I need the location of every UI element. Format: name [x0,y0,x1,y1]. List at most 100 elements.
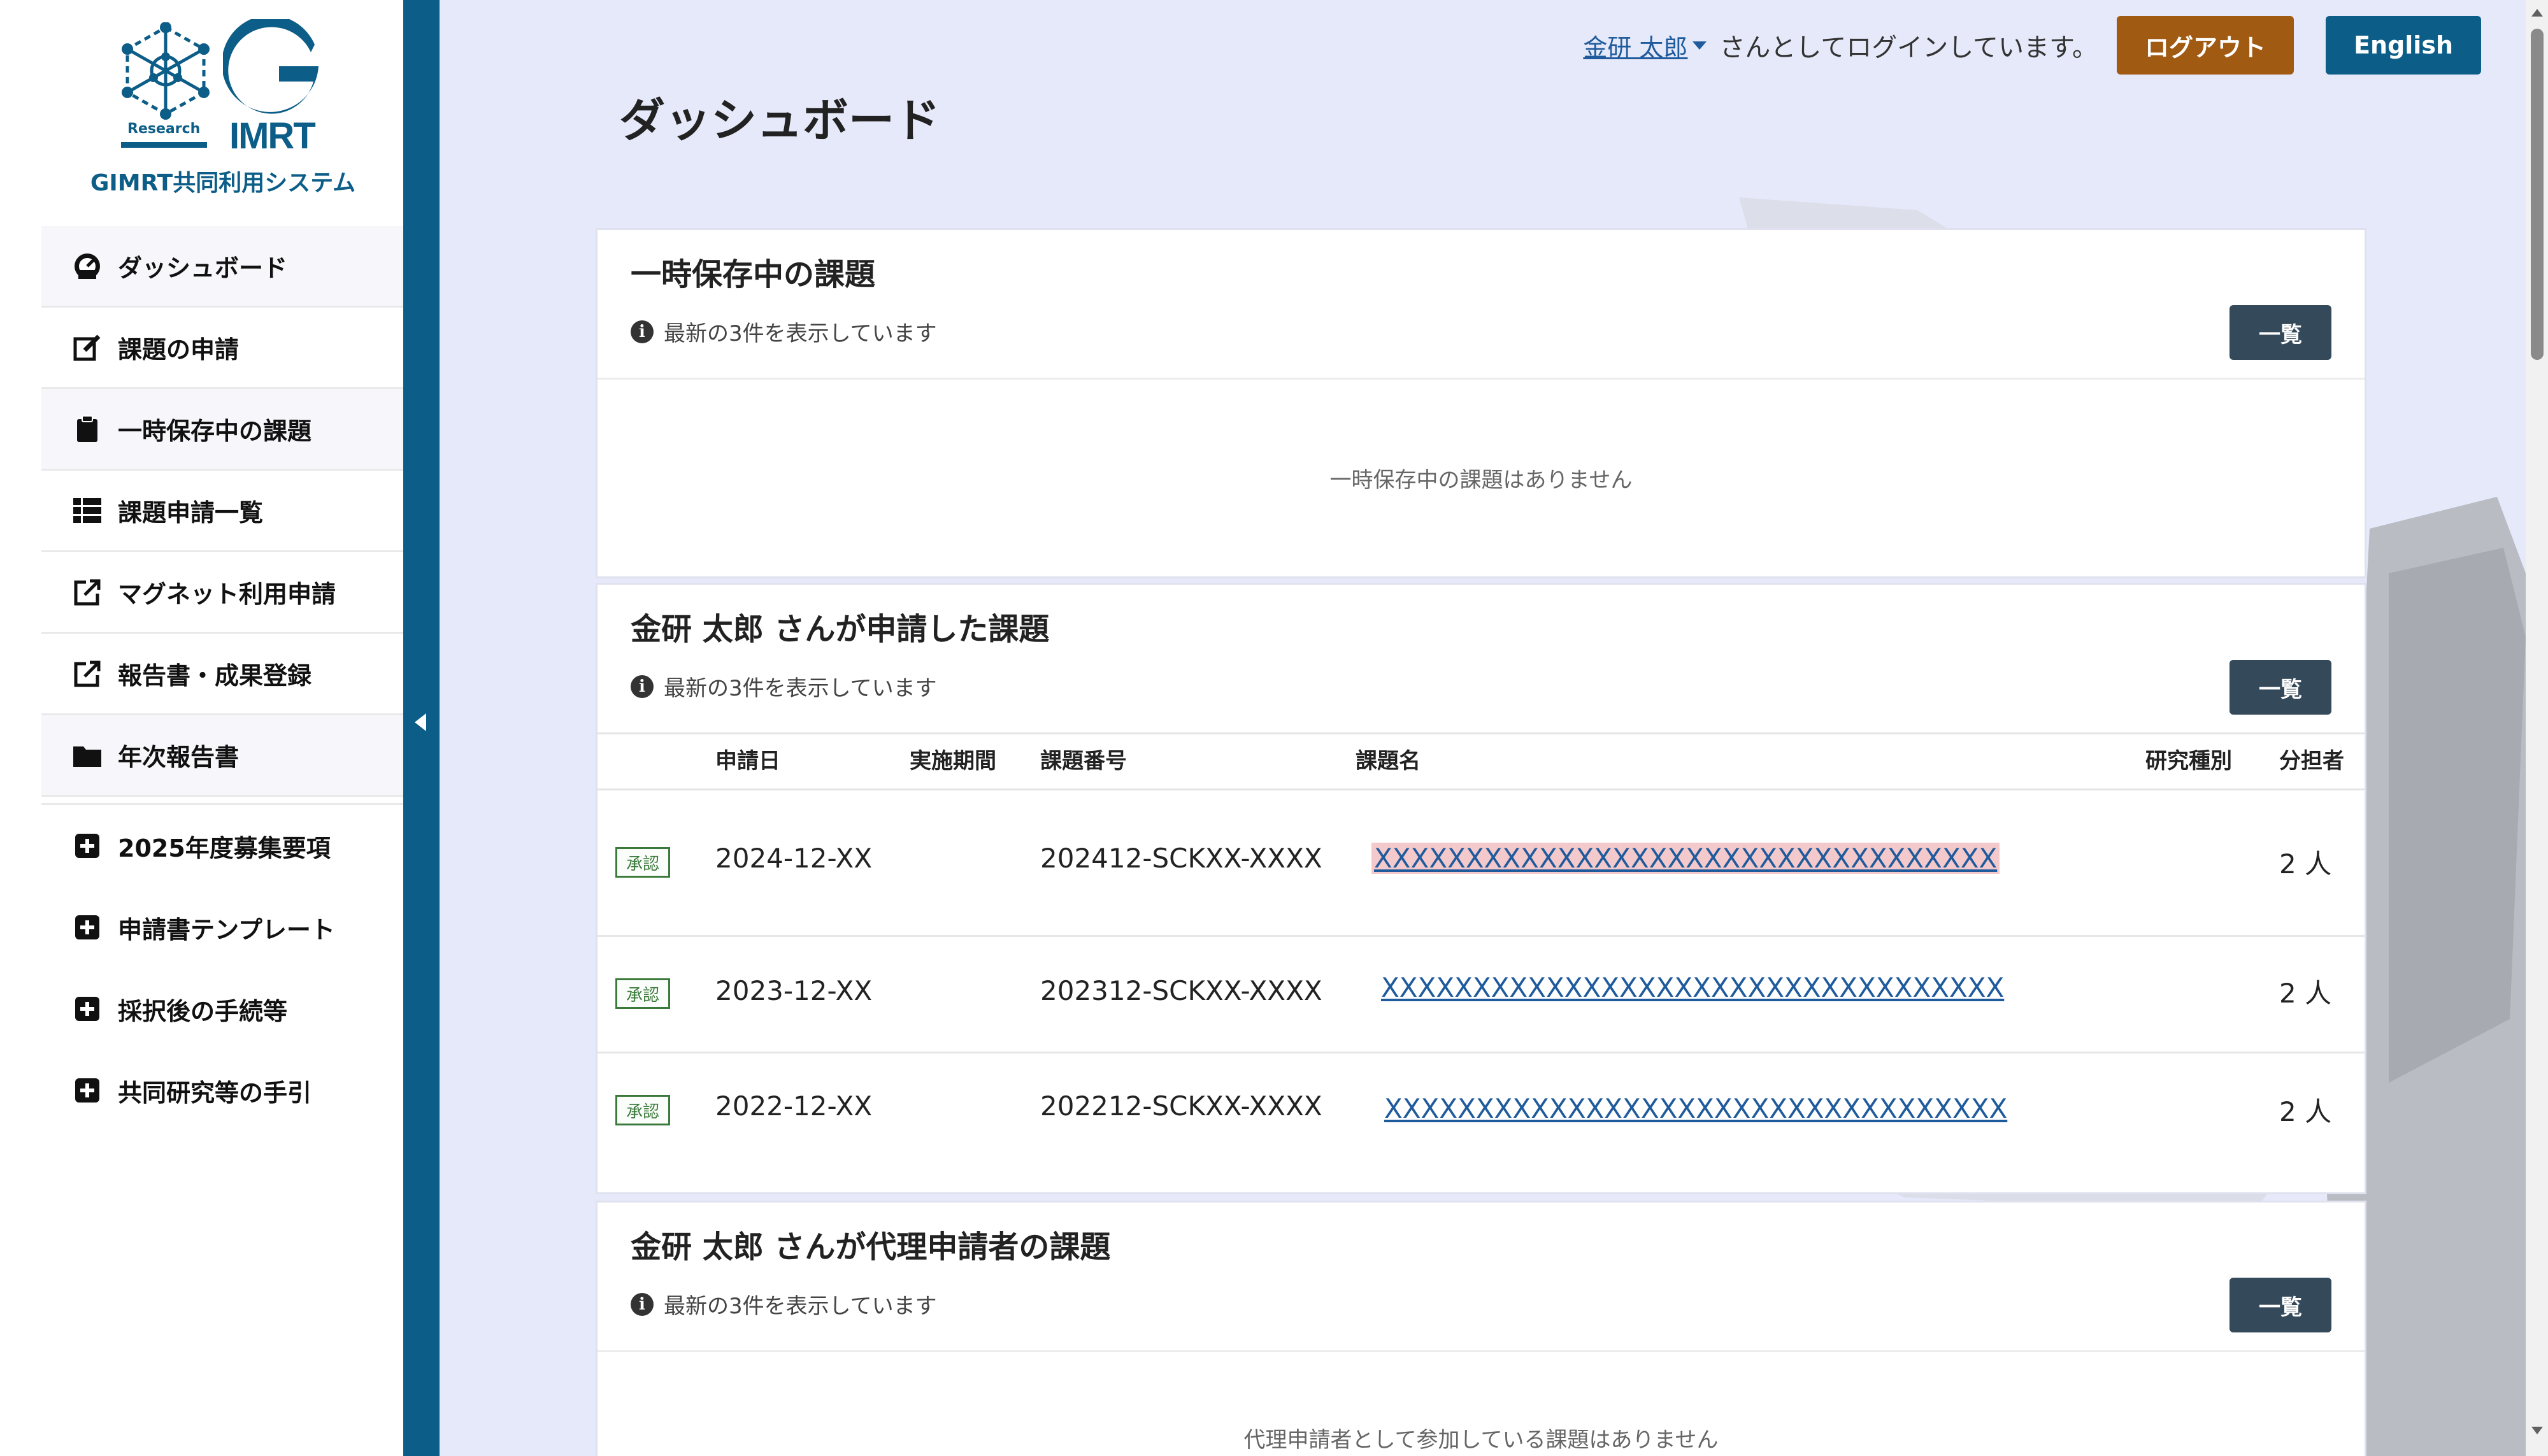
row-project-link[interactable]: XXXXXXXXXXXXXXXXXXXXXXXXXXXXXXXXXX [1381,972,2004,1003]
plus-square-icon [72,912,103,943]
drafts-list-button[interactable]: 一覧 [2230,305,2331,360]
proxy-list-button[interactable]: 一覧 [2230,1278,2331,1332]
applied-projects-card: 金研 太郎 さんが申請した課題 i 最新の3件を表示しています 一覧 申請日 実… [596,583,2366,1194]
dashboard-icon [72,251,103,282]
status-badge: 承認 [615,1095,670,1125]
row-date: 2024-12-XX [715,843,873,874]
sidebar-item-drafts[interactable]: 一時保存中の課題 [41,389,403,471]
column-header-name[interactable]: 課題名 [1356,734,1421,789]
table-header: 申請日 実施期間 課題番号 課題名 研究種別 分担者 [598,732,2365,790]
info-icon: i [631,674,654,698]
sidebar-item-magnet[interactable]: マグネット利用申請 [41,552,403,634]
row-project-link[interactable]: XXXXXXXXXXXXXXXXXXXXXXXXXXXXXXXXXX [1371,843,2000,874]
logo-imrt-text: IMRT [229,115,316,157]
sidebar-item-label: ダッシュボード [118,254,288,282]
drafts-empty-message: 一時保存中の課題はありません [1329,467,1633,493]
scroll-down-arrow-icon[interactable] [2531,1427,2543,1434]
card-divider [598,378,2365,380]
sidebar-divider [41,797,403,805]
card-title: 一時保存中の課題 [631,257,876,292]
sidebar: Research IMRT GIMRT共同利用システム ダッシュボード 課題の申… [0,0,403,1456]
card-note-text: 最新の3件を表示しています [664,1294,937,1319]
status-badge: 承認 [615,978,670,1009]
sidebar-item-label: 申請書テンプレート [118,915,335,944]
logo-research-text: Research [127,121,201,137]
row-members: 2 人 [2279,1096,2332,1127]
column-header-members[interactable]: 分担者 [2279,734,2344,789]
card-note-text: 最新の3件を表示しています [664,676,937,701]
logo-underline [121,142,207,148]
list-icon [72,496,103,526]
sidebar-item-report[interactable]: 報告書・成果登録 [41,634,403,715]
card-note: i 最新の3件を表示しています [631,671,937,702]
research-network-logo-icon [122,22,210,120]
row-date: 2022-12-XX [715,1090,873,1122]
sidebar-nav: ダッシュボード 課題の申請 一時保存中の課題 課題申請一覧 マグネット利用申請 [41,226,403,1131]
proxy-empty-message: 代理申請者として参加している課題はありません [1243,1427,1719,1453]
sidebar-item-label: 共同研究等の手引 [118,1078,312,1107]
site-logo[interactable]: Research IMRT GIMRT共同利用システム [0,0,403,217]
vertical-scrollbar[interactable] [2526,0,2548,1456]
sidebar-item-label: 2025年度募集要項 [118,834,331,862]
main-content: 金研 太郎 さんとしてログインしています。 ログアウト English ダッシュ… [440,0,2526,1456]
external-link-icon [72,659,103,689]
applied-list-button[interactable]: 一覧 [2230,660,2331,715]
sidebar-link-handbook[interactable]: 共同研究等の手引 [41,1050,403,1131]
column-header-number[interactable]: 課題番号 [1040,734,1127,789]
sidebar-item-apply[interactable]: 課題の申請 [41,308,403,389]
row-number: 202412-SCKXX-XXXX [1040,843,1322,874]
sidebar-link-guidelines[interactable]: 2025年度募集要項 [41,805,403,887]
clipboard-icon [72,414,103,445]
card-note-text: 最新の3件を表示しています [664,321,937,346]
info-icon: i [631,320,654,343]
page-title: ダッシュボード [619,94,941,147]
row-number: 202212-SCKXX-XXXX [1040,1090,1322,1122]
card-title: 金研 太郎 さんが代理申請者の課題 [631,1229,1111,1265]
sidebar-collapse-toggle[interactable] [403,0,440,1456]
proxy-projects-card: 金研 太郎 さんが代理申請者の課題 i 最新の3件を表示しています 一覧 代理申… [596,1201,2366,1456]
row-date: 2023-12-XX [715,975,873,1006]
plus-square-icon [72,831,103,861]
sidebar-item-label: 報告書・成果登録 [118,662,312,690]
table-row: 承認 2022-12-XX 202212-SCKXX-XXXX XXXXXXXX… [598,1053,2365,1187]
sidebar-item-label: 年次報告書 [118,743,240,771]
row-number: 202312-SCKXX-XXXX [1040,975,1322,1006]
sidebar-item-application-list[interactable]: 課題申請一覧 [41,471,403,552]
plus-square-icon [72,1075,103,1106]
status-badge: 承認 [615,847,670,878]
login-status-text: さんとしてログインしています。 [1719,33,2098,62]
caret-down-icon[interactable] [1693,41,1707,50]
column-header-date[interactable]: 申請日 [715,734,780,789]
user-menu-link[interactable]: 金研 太郎 [1583,28,1687,63]
folder-icon [72,740,103,771]
sidebar-item-annual-report[interactable]: 年次報告書 [41,715,403,797]
card-note: i 最新の3件を表示しています [631,316,937,347]
logo-caption: GIMRT共同利用システム [90,170,356,196]
column-header-type[interactable]: 研究種別 [2145,734,2232,789]
top-bar: 金研 太郎 さんとしてログインしています。 ログアウト English [1583,16,2481,75]
drafts-card: 一時保存中の課題 i 最新の3件を表示しています 一覧 一時保存中の課題はありま… [596,228,2366,578]
sidebar-item-label: 課題の申請 [118,336,240,364]
plus-square-icon [72,994,103,1024]
language-english-button[interactable]: English [2326,16,2481,75]
column-header-period[interactable]: 実施期間 [910,734,996,789]
scroll-up-arrow-icon[interactable] [2531,9,2543,17]
row-members: 2 人 [2279,848,2332,880]
logout-button[interactable]: ログアウト [2117,16,2294,75]
card-divider [598,1350,2365,1352]
card-note: i 最新の3件を表示しています [631,1288,937,1320]
external-link-icon [72,577,103,608]
sidebar-item-label: 課題申請一覧 [118,499,264,527]
table-row: 承認 2024-12-XX 202412-SCKXX-XXXX XXXXXXXX… [598,789,2365,937]
sidebar-link-template[interactable]: 申請書テンプレート [41,887,403,968]
g-letter-logo-icon [223,19,318,114]
card-title: 金研 太郎 さんが申請した課題 [631,611,1050,647]
info-icon: i [631,1292,654,1316]
sidebar-item-label: 一時保存中の課題 [118,417,312,445]
edit-icon [72,332,103,363]
scrollbar-thumb[interactable] [2531,29,2544,360]
row-project-link[interactable]: XXXXXXXXXXXXXXXXXXXXXXXXXXXXXXXXXX [1384,1093,2007,1124]
sidebar-link-procedures[interactable]: 採択後の手続等 [41,968,403,1050]
sidebar-item-dashboard[interactable]: ダッシュボード [41,226,403,308]
sidebar-item-label: マグネット利用申請 [118,580,336,608]
